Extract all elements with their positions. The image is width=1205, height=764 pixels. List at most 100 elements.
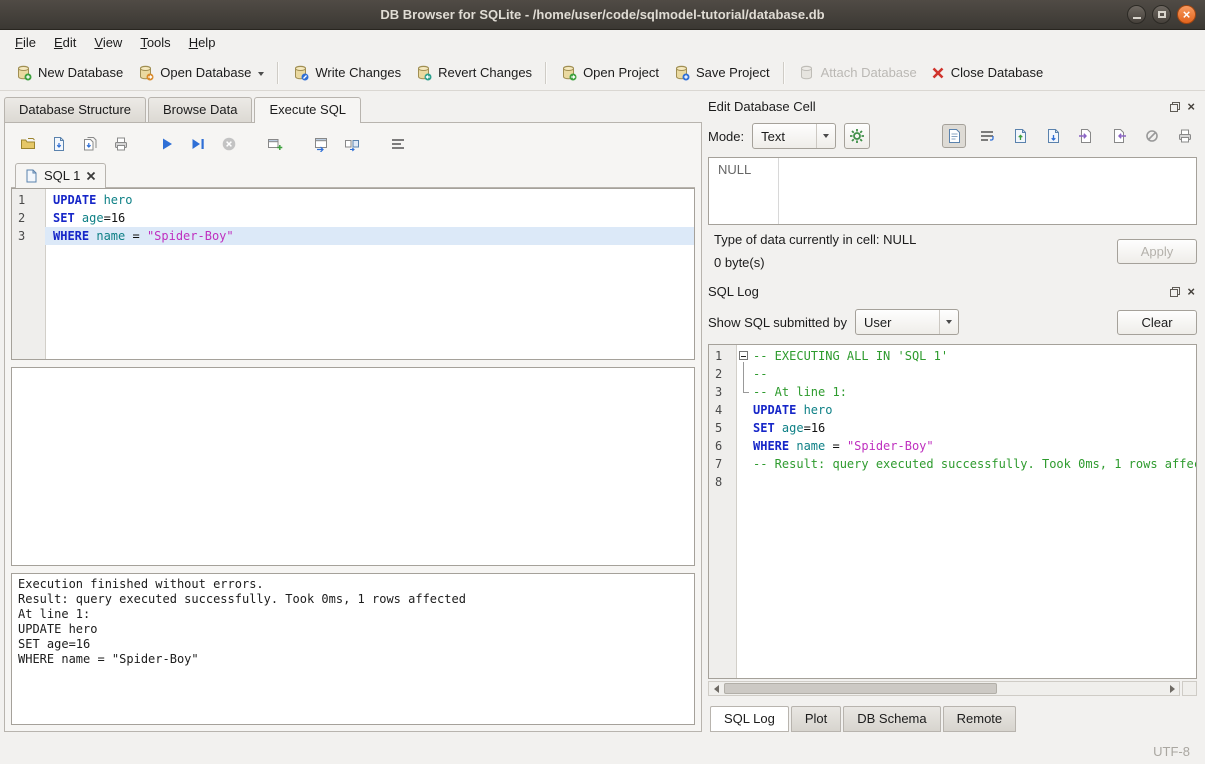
sql-tab[interactable]: SQL 1 [15,163,106,188]
sql-log-title: SQL Log [708,284,1172,299]
new-database-button[interactable]: New Database [8,59,130,86]
fold-column [736,365,753,383]
main-tab-browse-data[interactable]: Browse Data [148,97,252,122]
save-sql-as-icon[interactable] [81,135,99,153]
close-tab-icon[interactable] [86,171,96,181]
code-line: 8 [709,473,1196,491]
scroll-left-icon[interactable] [709,682,723,695]
find-replace-icon[interactable] [343,135,361,153]
close-database-button[interactable]: Close Database [924,60,1051,85]
log-scroll-row [708,681,1197,696]
attach-database-label: Attach Database [821,65,917,80]
main-tab-database-structure[interactable]: Database Structure [4,97,146,122]
log-filter-value: User [864,315,901,330]
save-as-file-icon[interactable] [1041,124,1065,148]
menu-item-file[interactable]: File [6,32,45,53]
messages-pane[interactable]: Execution finished without errors. Resul… [11,573,695,725]
open-database-button[interactable]: Open Database [130,59,271,86]
code-line: 5SET age=16 [709,419,1196,437]
close-panel-icon[interactable] [1187,100,1195,113]
left-panel: Database StructureBrowse DataExecute SQL [0,91,702,738]
menu-item-view[interactable]: View [85,32,131,53]
wrap-lines-icon[interactable] [975,124,999,148]
scroll-right-icon[interactable] [1165,682,1179,695]
log-hscrollbar[interactable] [708,681,1180,696]
close-panel-icon[interactable] [1187,285,1195,298]
sql-log-view[interactable]: 1-- EXECUTING ALL IN 'SQL 1'2--3-- At li… [708,344,1197,679]
fold-marker-icon[interactable] [736,347,753,365]
code-line: 3WHERE name = "Spider-Boy" [12,227,694,245]
close-button[interactable] [1177,5,1196,24]
float-panel-icon[interactable] [1172,102,1180,110]
cell-settings-button[interactable] [844,123,870,149]
execute-sql-icon[interactable] [158,135,176,153]
sql-editor[interactable]: 1UPDATE hero2SET age=163WHERE name = "Sp… [11,188,695,360]
open-new-tab-icon[interactable] [266,135,284,153]
line-number: 7 [709,455,736,473]
text-format-icon[interactable] [389,135,407,153]
database-open-icon [137,64,154,81]
cell-size-info: 0 byte(s) [714,255,1117,270]
attach-database-button: Attach Database [791,59,924,86]
results-grid[interactable] [11,367,695,566]
dock-tab-db-schema[interactable]: DB Schema [843,706,940,732]
cell-value: NULL [718,162,751,177]
titlebar[interactable]: DB Browser for SQLite - /home/user/code/… [0,0,1205,30]
dock-tab-sql-log[interactable]: SQL Log [710,706,789,732]
scrollbar-thumb[interactable] [724,683,997,694]
menu-item-edit[interactable]: Edit [45,32,85,53]
minimize-button[interactable] [1127,5,1146,24]
log-filter-select[interactable]: User [855,309,959,335]
write-changes-button[interactable]: Write Changes [285,59,408,86]
right-panel: Edit Database Cell Mode: Text [702,91,1205,738]
edit-cell-dock-controls [1172,100,1197,113]
dock-tab-plot[interactable]: Plot [791,706,841,732]
fold-column [736,419,753,437]
import-icon[interactable] [1074,124,1098,148]
fold-column [736,383,753,401]
text-view-icon[interactable] [942,124,966,148]
cell-info-row: Type of data currently in cell: NULL 0 b… [708,232,1197,270]
open-project-button[interactable]: Open Project [553,59,666,86]
cell-icon-group [942,124,1197,148]
execute-current-line-icon[interactable] [189,135,207,153]
cell-info: Type of data currently in cell: NULL 0 b… [708,232,1117,270]
export-icon[interactable] [1107,124,1131,148]
minimize-icon [1133,17,1141,19]
line-number: 1 [709,347,736,365]
chevron-down-icon [939,310,958,334]
project-save-icon [673,64,690,81]
code-line: 1UPDATE hero [12,191,694,209]
print-sql-icon[interactable] [112,135,130,153]
edit-cell-header: Edit Database Cell [708,95,1197,117]
mode-select[interactable]: Text [752,123,836,149]
maximize-button[interactable] [1152,5,1171,24]
save-project-button[interactable]: Save Project [666,59,777,86]
stop-execution-icon[interactable] [220,135,238,153]
code-line: 2SET age=16 [12,209,694,227]
database-revert-icon [415,64,432,81]
menu-item-tools[interactable]: Tools [131,32,179,53]
line-number: 2 [12,209,45,227]
sql-log-filter-row: Show SQL submitted by User Clear [708,306,1197,338]
open-database-dropdown-icon[interactable] [258,72,264,76]
main-toolbar: New Database Open Database Write Changes… [0,55,1205,91]
open-sql-file-icon[interactable] [19,135,37,153]
cell-editor[interactable]: NULL [708,157,1197,225]
revert-changes-button[interactable]: Revert Changes [408,59,539,86]
open-file-icon[interactable] [1008,124,1032,148]
save-sql-file-icon[interactable] [50,135,68,153]
float-panel-icon[interactable] [1172,287,1180,295]
main-tab-execute-sql[interactable]: Execute SQL [254,97,361,123]
menu-item-help[interactable]: Help [180,32,225,53]
clear-log-button[interactable]: Clear [1117,310,1197,335]
sql-log-header: SQL Log [708,280,1197,302]
apply-button[interactable]: Apply [1117,239,1197,264]
fold-column [736,437,753,455]
open-in-window-icon[interactable] [312,135,330,153]
dock-tab-remote[interactable]: Remote [943,706,1017,732]
toolbar-separator [277,62,279,84]
line-number: 1 [12,191,45,209]
print-cell-icon[interactable] [1173,124,1197,148]
set-null-icon[interactable] [1140,124,1164,148]
